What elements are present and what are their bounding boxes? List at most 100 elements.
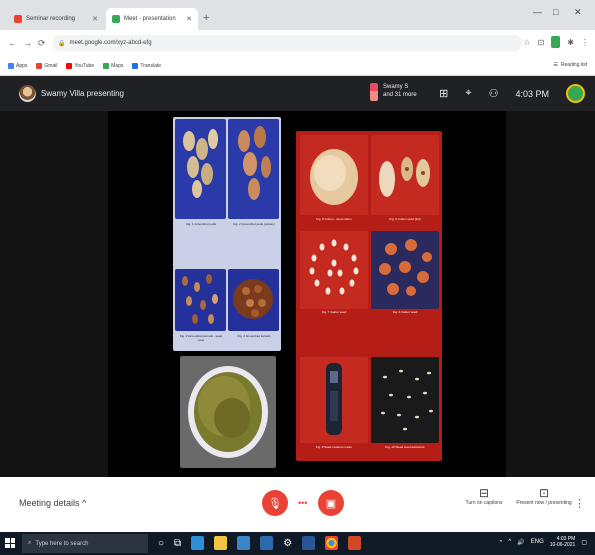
present-button[interactable]: ⊡ Present now / presenting bbox=[512, 486, 576, 507]
clock-date: 10-06-2021 bbox=[549, 542, 576, 548]
extensions-puzzle-icon[interactable]: ✱ bbox=[567, 38, 574, 47]
bookmark-label: Translate bbox=[140, 62, 162, 69]
captions-label: Turn on captions bbox=[465, 500, 503, 506]
castor-ring-image bbox=[309, 239, 359, 295]
plate-cotton bbox=[300, 135, 368, 215]
more-options-icon[interactable]: ⋮ bbox=[574, 497, 585, 510]
tab-favicon-icon bbox=[112, 15, 120, 23]
task-view-icon[interactable]: ⧉ bbox=[174, 538, 181, 549]
browser-tab-active[interactable]: Meet - presentation ✕ bbox=[106, 8, 198, 30]
settings-icon[interactable]: ⚙ bbox=[283, 538, 292, 549]
close-tab-icon[interactable]: ✕ bbox=[92, 15, 98, 23]
meet-controls-bar: Meeting details ^ 🎙 ••• ▣ ⊟ Turn on capt… bbox=[0, 477, 595, 532]
present-icon: ⊡ bbox=[538, 486, 550, 500]
bookmark-label: Maps bbox=[111, 62, 124, 69]
plate-groundnut-pods-variety bbox=[228, 119, 279, 219]
browser-tab[interactable]: Seminar recording ✕ bbox=[8, 8, 104, 30]
bookmarks-bar: Apps Gmail YouTube Maps Translate ☰ Read… bbox=[0, 56, 595, 76]
people-icon[interactable]: ⚇ bbox=[489, 87, 499, 100]
plate-caption: Fig. 3 Groundnut kernels - seed coat bbox=[179, 334, 223, 342]
bookmark-item[interactable]: Apps bbox=[8, 62, 27, 69]
layout-icon[interactable]: ⊞ bbox=[439, 87, 448, 100]
captions-button[interactable]: ⊟ Turn on captions bbox=[452, 486, 516, 507]
pods-image bbox=[183, 129, 218, 198]
bookmark-label: Gmail bbox=[44, 62, 58, 69]
mic-off-icon: 🎙 bbox=[268, 497, 282, 510]
pods-image bbox=[238, 126, 271, 200]
cast-icon[interactable]: ⊡ bbox=[538, 38, 545, 47]
language-indicator[interactable]: ENG bbox=[531, 539, 544, 545]
volume-icon[interactable]: 🔊 bbox=[517, 539, 524, 546]
bookmark-item[interactable]: Translate bbox=[132, 62, 162, 69]
bookmark-label: YouTube bbox=[74, 62, 95, 69]
plate-caption: Fig. 9 Seed moisture meter bbox=[315, 445, 353, 449]
camera-off-icon: ▣ bbox=[325, 497, 337, 510]
mic-off-button[interactable]: 🎙 bbox=[262, 490, 288, 516]
plate-caption: Fig. 2 Groundnut pods (variety) bbox=[233, 222, 275, 226]
taskbar-search[interactable]: ⌕ Type here to search bbox=[22, 534, 148, 553]
powerpoint-icon[interactable] bbox=[348, 536, 362, 550]
plate-seed-bowl bbox=[180, 356, 276, 468]
plate-groundnut-kernels bbox=[228, 269, 279, 331]
bookmark-item[interactable]: Maps bbox=[103, 62, 124, 69]
cotton-seed-image bbox=[379, 157, 430, 197]
back-icon[interactable]: ← bbox=[8, 38, 17, 48]
forward-icon[interactable]: → bbox=[23, 38, 32, 48]
mail-icon[interactable] bbox=[260, 536, 274, 550]
extension-icon[interactable] bbox=[551, 36, 561, 48]
close-tab-icon[interactable]: ✕ bbox=[186, 15, 192, 23]
pin-icon[interactable]: ⌖ bbox=[465, 87, 471, 100]
meeting-details-button[interactable]: Meeting details ^ bbox=[19, 498, 86, 508]
chevron-up-icon: ^ bbox=[82, 498, 87, 508]
cotton-image bbox=[310, 149, 358, 205]
windows-start-icon[interactable] bbox=[5, 538, 15, 548]
plate-castor-ring bbox=[300, 231, 368, 309]
menu-icon[interactable]: ⋮ bbox=[581, 38, 589, 47]
lock-icon: 🔒 bbox=[58, 40, 66, 47]
store-icon[interactable] bbox=[237, 536, 251, 550]
meeting-details-label: Meeting details bbox=[19, 498, 80, 508]
plate-cotton-seed bbox=[371, 135, 439, 215]
camera-off-button[interactable]: ▣ bbox=[318, 490, 344, 516]
system-tray: ◔ ^ 🔊 ENG 4:03 PM 10-06-2021 ▢ bbox=[499, 536, 587, 548]
bookmark-icon bbox=[8, 62, 14, 69]
toolbar-actions: ☆ ⊡ ✱ ⋮ bbox=[523, 36, 589, 48]
restore-button[interactable]: □ bbox=[553, 7, 558, 17]
chrome-icon[interactable] bbox=[325, 536, 339, 550]
presenter-avatar bbox=[19, 85, 36, 102]
meeting-time: 4:03 PM bbox=[515, 88, 549, 99]
chevron-up-icon[interactable]: ^ bbox=[508, 539, 511, 545]
cortana-icon[interactable]: ○ bbox=[158, 538, 164, 549]
bookmark-icon bbox=[103, 62, 110, 69]
present-label: Present now / presenting bbox=[516, 500, 572, 506]
kernels-image bbox=[233, 279, 273, 319]
participant-tile[interactable]: Swamy S and 31 more bbox=[370, 83, 417, 101]
moisture-meter-image bbox=[326, 363, 342, 435]
bookmark-icon bbox=[132, 62, 139, 69]
plate-groundnut-pods bbox=[175, 119, 226, 219]
weed-seeds-image bbox=[381, 369, 433, 431]
reading-list[interactable]: ☰ Reading list bbox=[553, 62, 587, 68]
captions-icon: ⊟ bbox=[478, 486, 490, 500]
close-window-button[interactable]: ✕ bbox=[574, 7, 582, 18]
notification-icon[interactable]: ▢ bbox=[581, 539, 587, 546]
reading-list-icon: ☰ bbox=[553, 62, 558, 68]
minimize-button[interactable]: — bbox=[533, 7, 542, 17]
leave-call-button[interactable]: ••• bbox=[298, 498, 307, 508]
reload-icon[interactable]: ⟳ bbox=[38, 38, 46, 49]
edge-icon[interactable] bbox=[191, 536, 205, 550]
bookmark-icon bbox=[66, 62, 73, 69]
star-icon[interactable]: ☆ bbox=[523, 38, 530, 47]
self-avatar[interactable] bbox=[566, 84, 585, 103]
network-icon[interactable]: ◔ bbox=[499, 539, 503, 545]
windows-taskbar: ⌕ Type here to search ○ ⧉ ⚙ ◔ ^ 🔊 ENG 4:… bbox=[0, 532, 595, 555]
bookmark-item[interactable]: YouTube bbox=[66, 62, 95, 69]
taskbar-clock[interactable]: 4:03 PM 10-06-2021 bbox=[550, 536, 576, 548]
word-icon[interactable] bbox=[302, 536, 316, 550]
file-explorer-icon[interactable] bbox=[214, 536, 228, 550]
participant-name: Swamy S bbox=[383, 84, 409, 90]
bookmark-item[interactable]: Gmail bbox=[36, 62, 58, 69]
presenting-label: Swamy Villa presenting bbox=[41, 89, 125, 98]
new-tab-button[interactable]: + bbox=[203, 12, 209, 24]
address-bar[interactable]: 🔒 meet.google.com/xyz-abcd-efg bbox=[52, 35, 522, 51]
